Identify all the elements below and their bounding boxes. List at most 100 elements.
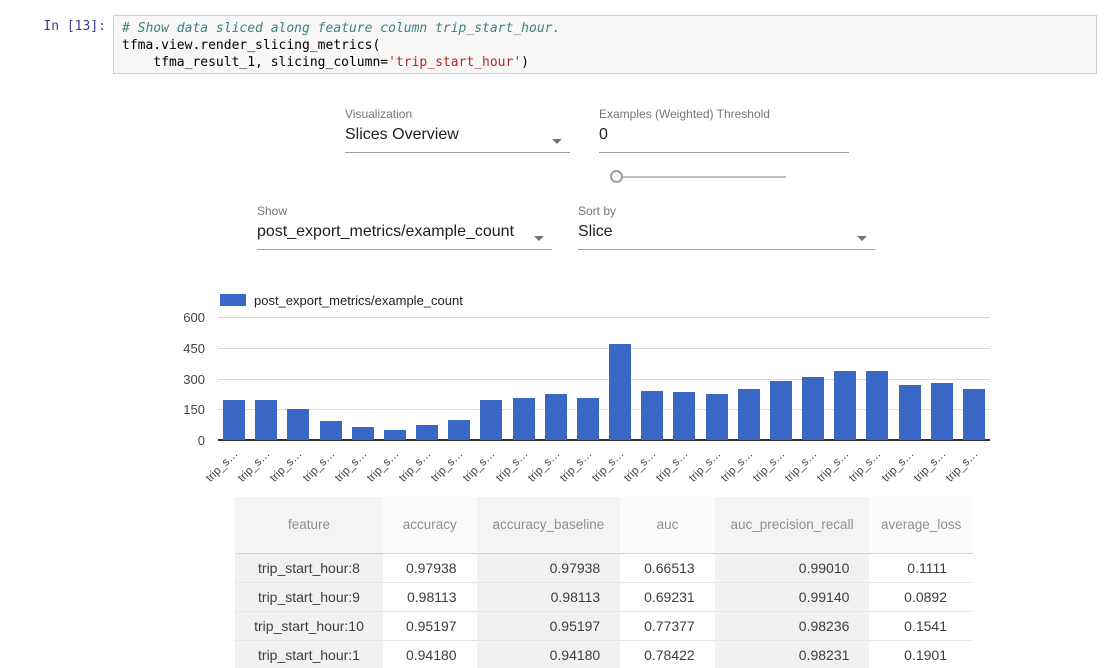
chart-bar[interactable] <box>448 420 470 440</box>
table-cell: 0.98231 <box>715 640 870 668</box>
legend-swatch-icon <box>220 294 246 306</box>
table-header-row: featureaccuracyaccuracy_baselineaucauc_p… <box>235 497 973 553</box>
chart-bar[interactable] <box>609 344 631 440</box>
slider-track[interactable] <box>616 176 786 178</box>
table-cell: 0.98236 <box>715 611 870 640</box>
table-cell: 0.0892 <box>869 582 973 611</box>
table-cell: 0.97938 <box>383 553 477 582</box>
column-header: average_loss <box>869 497 973 553</box>
table-cell: trip_start_hour:10 <box>235 611 383 640</box>
show-metric-dropdown[interactable]: Show post_export_metrics/example_count <box>257 204 552 250</box>
threshold-field[interactable]: Examples (Weighted) Threshold <box>599 107 849 153</box>
visualization-value: Slices Overview <box>345 126 570 144</box>
legend-label: post_export_metrics/example_count <box>254 293 463 308</box>
visualization-dropdown[interactable]: Visualization Slices Overview <box>345 107 570 153</box>
column-header: accuracy_baseline <box>477 497 621 553</box>
table-cell: trip_start_hour:8 <box>235 553 383 582</box>
sort-by-value: Slice <box>578 223 875 241</box>
table-cell: 0.69231 <box>620 582 714 611</box>
chevron-down-icon <box>552 139 562 144</box>
table-row: trip_start_hour:90.981130.981130.692310.… <box>235 582 973 611</box>
code-line: tfma.view.render_slicing_metrics( <box>122 37 1088 54</box>
chart-bar[interactable] <box>802 377 824 440</box>
chart-bar[interactable] <box>223 400 245 440</box>
table-cell: 0.98113 <box>383 582 477 611</box>
threshold-slider[interactable] <box>610 170 786 184</box>
chart-bar[interactable] <box>255 400 277 440</box>
show-label: Show <box>257 204 552 218</box>
chart-bar[interactable] <box>320 421 342 440</box>
sort-by-label: Sort by <box>578 204 875 218</box>
y-axis-tick-label: 300 <box>159 372 205 387</box>
chevron-down-icon <box>857 236 867 241</box>
table-cell: 0.98113 <box>477 582 621 611</box>
table-cell: 0.66513 <box>620 553 714 582</box>
chart-bar[interactable] <box>287 409 309 440</box>
chart-bar[interactable] <box>673 392 695 440</box>
y-axis-tick-label: 150 <box>159 402 205 417</box>
slices-bar-chart[interactable] <box>218 317 990 440</box>
column-header: feature <box>235 497 383 553</box>
sort-by-dropdown[interactable]: Sort by Slice <box>578 204 875 250</box>
metrics-table: featureaccuracyaccuracy_baselineaucauc_p… <box>235 497 973 668</box>
show-value: post_export_metrics/example_count <box>257 223 552 241</box>
table-row: trip_start_hour:10.941800.941800.784220.… <box>235 640 973 668</box>
metrics-table-container: featureaccuracyaccuracy_baselineaucauc_p… <box>235 497 973 668</box>
table-cell: 0.99010 <box>715 553 870 582</box>
field-underline <box>578 249 875 250</box>
column-header: auc_precision_recall <box>715 497 870 553</box>
table-cell: 0.1901 <box>869 640 973 668</box>
column-header: auc <box>620 497 714 553</box>
chart-bar[interactable] <box>545 394 567 440</box>
chart-bar[interactable] <box>738 389 760 440</box>
table-cell: 0.1111 <box>869 553 973 582</box>
chart-bar[interactable] <box>577 398 599 440</box>
chart-bar[interactable] <box>706 394 728 440</box>
code-string-literal: 'trip_start_hour' <box>388 55 521 70</box>
code-cell-input[interactable]: # Show data sliced along feature column … <box>113 15 1097 74</box>
notebook-page: In [13]: # Show data sliced along featur… <box>0 0 1111 668</box>
chart-bar[interactable] <box>416 425 438 440</box>
chart-bar[interactable] <box>513 398 535 440</box>
chart-bar[interactable] <box>899 385 921 440</box>
table-cell: 0.78422 <box>620 640 714 668</box>
visualization-label: Visualization <box>345 107 570 121</box>
chart-bar[interactable] <box>641 391 663 440</box>
threshold-input[interactable] <box>599 126 849 144</box>
threshold-label: Examples (Weighted) Threshold <box>599 107 849 121</box>
code-comment-line: # Show data sliced along feature column … <box>122 20 1088 37</box>
table-cell: trip_start_hour:1 <box>235 640 383 668</box>
cell-execution-prompt: In [13]: <box>0 19 106 34</box>
column-header: accuracy <box>383 497 477 553</box>
chart-bar[interactable] <box>834 371 856 440</box>
slider-handle[interactable] <box>610 170 623 183</box>
table-cell: 0.94180 <box>383 640 477 668</box>
field-underline <box>345 152 570 153</box>
table-cell: 0.95197 <box>477 611 621 640</box>
table-cell: 0.97938 <box>477 553 621 582</box>
table-cell: 0.94180 <box>477 640 621 668</box>
chart-bar[interactable] <box>963 389 985 440</box>
chart-bar[interactable] <box>931 383 953 440</box>
y-axis-tick-label: 450 <box>159 341 205 356</box>
gridline <box>218 348 990 349</box>
chevron-down-icon <box>534 236 544 241</box>
table-row: trip_start_hour:80.979380.979380.665130.… <box>235 553 973 582</box>
code-line: tfma_result_1, slicing_column='trip_star… <box>122 54 1088 71</box>
table-cell: 0.1541 <box>869 611 973 640</box>
table-cell: trip_start_hour:9 <box>235 582 383 611</box>
chart-bar[interactable] <box>480 400 502 440</box>
table-cell: 0.99140 <box>715 582 870 611</box>
field-underline <box>599 152 849 153</box>
field-underline <box>257 249 552 250</box>
chart-bar[interactable] <box>866 371 888 440</box>
y-axis-tick-label: 0 <box>159 433 205 448</box>
y-axis-tick-label: 600 <box>159 310 205 325</box>
chart-bar[interactable] <box>384 430 406 440</box>
table-row: trip_start_hour:100.951970.951970.773770… <box>235 611 973 640</box>
gridline <box>218 317 990 318</box>
chart-bar[interactable] <box>352 427 374 440</box>
table-cell: 0.77377 <box>620 611 714 640</box>
table-cell: 0.95197 <box>383 611 477 640</box>
chart-bar[interactable] <box>770 381 792 440</box>
